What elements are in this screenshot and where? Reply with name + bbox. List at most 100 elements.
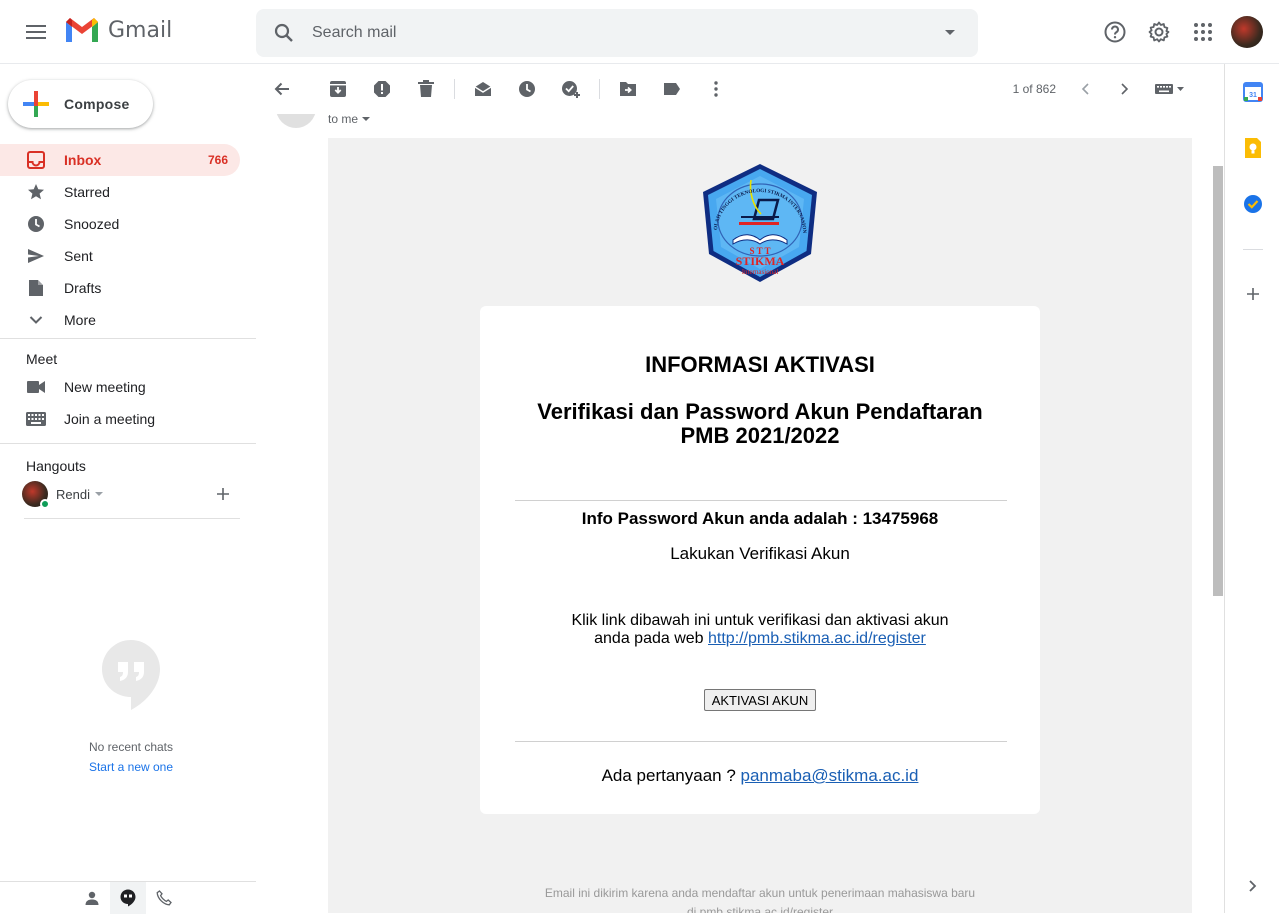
calendar-icon: 31 [1243,82,1263,102]
draft-icon [29,280,43,296]
nav-item-drafts[interactable]: Drafts [0,272,240,304]
add-task-icon [562,81,580,98]
nav-label: Inbox [64,152,102,168]
footer-prefix: di [686,905,700,913]
older-button[interactable] [1105,69,1145,109]
back-button[interactable] [260,69,304,109]
keep-addon[interactable] [1239,134,1267,162]
clock-icon [519,81,535,97]
email-subtitle: Verifikasi dan Password Akun Pendaftaran… [510,400,1010,448]
calendar-addon[interactable]: 31 [1239,78,1267,106]
search-input[interactable] [312,24,922,42]
crest-name: STIKMA [736,254,785,268]
search-icon [274,23,293,42]
no-chats-text: No recent chats [88,740,174,754]
plus-icon [1247,288,1259,300]
activate-account-button[interactable]: AKTIVASI AKUN [704,689,816,711]
join-meeting-item[interactable]: Join a meeting [0,403,256,435]
register-link[interactable]: http://pmb.stikma.ac.id/register [708,630,926,647]
crest-sub: Internasional [742,268,779,276]
divider [515,741,1007,742]
subtitle-line-1: Verifikasi dan Password Akun Pendaftaran [537,399,983,424]
footer-line-1: Email ini dikirim karena anda mendaftar … [544,886,976,900]
meet-label: New meeting [64,379,146,395]
settings-button[interactable] [1137,8,1181,56]
avatar [22,481,50,509]
more-options-button[interactable] [694,69,738,109]
tasks-addon[interactable] [1239,190,1267,218]
email-body: S T T STIKMA Internasional SEKOLAH TINGG… [328,138,1192,913]
app-name: Gmail [108,17,173,43]
account-avatar[interactable] [1231,16,1263,48]
phone-icon [156,890,172,906]
footer-register-link[interactable]: pmb.stikma.ac.id/register [700,905,833,913]
contacts-tab[interactable] [74,882,110,914]
chevron-down-icon [29,316,43,324]
delete-button[interactable] [404,69,448,109]
email-view: to me S T T STIKMA Internasional SEKOLAH… [256,114,1212,913]
nav-label: Starred [64,184,110,200]
no-chats-panel: No recent chats Start a new one [0,639,262,774]
svg-text:31: 31 [1249,92,1257,99]
support-button[interactable] [1093,8,1137,56]
divider [0,443,256,444]
conversations-tab[interactable] [110,882,146,914]
add-icon[interactable] [216,487,230,501]
trash-icon [418,80,434,97]
search-button[interactable] [256,9,312,57]
get-addons-button[interactable] [1239,280,1267,308]
move-to-button[interactable] [606,69,650,109]
nav-item-more[interactable]: More [0,304,240,336]
start-new-chat-link[interactable]: Start a new one [0,760,262,774]
search-options-button[interactable] [922,9,978,57]
mark-unread-icon [474,82,492,96]
sidebar: Compose Inbox 766 Starred Snoozed Sent D… [0,64,256,914]
keep-icon [1245,138,1261,158]
email-scrollbar[interactable] [1212,64,1224,913]
nav-item-inbox[interactable]: Inbox 766 [0,144,240,176]
hangouts-user[interactable]: Rendi [0,478,256,510]
nav-label: Drafts [64,280,102,296]
clock-icon [28,216,44,232]
divider [515,500,1007,501]
video-camera-icon [27,381,45,393]
meet-label: Join a meeting [64,411,156,427]
report-spam-button[interactable] [360,69,404,109]
divider [0,338,256,339]
apps-button[interactable] [1181,8,1225,56]
sender-avatar [276,114,316,128]
search-bar [256,9,978,57]
recipient-details[interactable]: to me [328,114,371,126]
gmail-logo[interactable]: Gmail [64,16,172,44]
new-meeting-item[interactable]: New meeting [0,371,256,403]
mark-unread-button[interactable] [461,69,505,109]
move-to-icon [620,82,636,96]
phone-tab[interactable] [146,882,182,914]
newer-button[interactable] [1065,69,1105,109]
scrollbar-thumb[interactable] [1213,166,1223,596]
add-to-tasks-button[interactable] [549,69,593,109]
inbox-icon [27,151,45,169]
caret-down-icon[interactable] [94,491,103,497]
chevron-right-icon [1249,880,1257,892]
main-menu-button[interactable] [16,12,56,52]
nav-item-snoozed[interactable]: Snoozed [0,208,240,240]
email-title: INFORMASI AKTIVASI [645,352,875,377]
inbox-count: 766 [207,153,228,167]
hide-side-panel-button[interactable] [1239,872,1267,900]
compose-button[interactable]: Compose [8,80,153,128]
nav-label: Sent [64,248,93,264]
archive-button[interactable] [316,69,360,109]
input-tools-button[interactable] [1148,69,1192,109]
gear-icon [1148,21,1170,43]
hamburger-icon [26,25,46,39]
contact-email-link[interactable]: panmaba@stikma.ac.id [741,766,919,785]
caret-down-icon [945,30,955,35]
chevron-left-icon [1081,83,1089,95]
nav-item-sent[interactable]: Sent [0,240,240,272]
nav-label: Snoozed [64,216,120,232]
snooze-button[interactable] [505,69,549,109]
more-vert-icon [714,81,718,97]
labels-button[interactable] [650,69,694,109]
nav-item-starred[interactable]: Starred [0,176,240,208]
